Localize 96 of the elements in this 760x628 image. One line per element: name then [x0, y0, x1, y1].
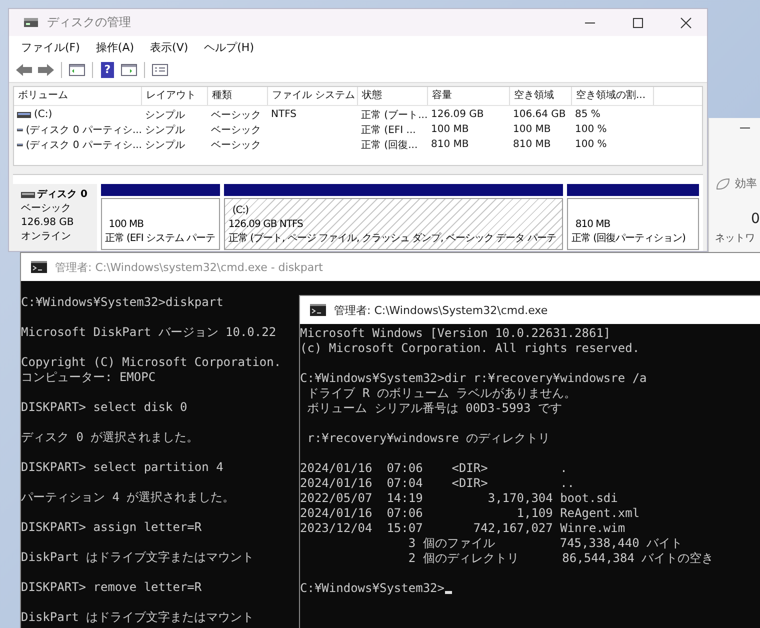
column-header[interactable]: 容量 [428, 87, 510, 105]
table-cell: 100 MB [513, 124, 551, 135]
table-cell-text: シンプル [145, 124, 185, 136]
terminal-line: C:¥Windows¥System32>diskpart [21, 295, 224, 310]
close-icon[interactable] [679, 16, 693, 30]
table-cell: NTFS [271, 109, 297, 120]
window-title: 管理者: C:\Windows\System32\cmd.exe [334, 302, 548, 318]
menu-item[interactable]: 表示(V) [150, 40, 188, 54]
terminal-icon [310, 304, 326, 316]
column-header[interactable]: 種類 [208, 87, 268, 105]
menu-item[interactable]: ファイル(F) [21, 40, 80, 54]
terminal-line: Microsoft DiskPart バージョン 10.0.22 [21, 325, 278, 340]
terminal-line: Copyright (C) Microsoft Corporation. [21, 355, 282, 370]
disk-size: 126.98 GB [21, 216, 75, 229]
terminal-line: 2024/01/16 07:06 1,109 ReAgent.xml [300, 506, 641, 521]
table-cell: 810 MB [513, 139, 551, 150]
terminal-line: DiskPart はドライブ文字またはマウント [21, 610, 256, 625]
panel-icon[interactable] [68, 62, 86, 78]
menu-item[interactable]: ヘルプ(H) [204, 40, 254, 54]
text-cursor [444, 591, 452, 594]
terminal-line: 2024/01/16 07:06 <DIR> . [300, 461, 568, 476]
maximize-icon[interactable] [631, 16, 645, 30]
terminal-line: C:¥Windows¥System32>dir r:¥recovery¥windowsre /a [300, 371, 648, 386]
table-cell-text: シンプル [145, 138, 185, 152]
terminal-line: DISKPART> select partition 4 [21, 460, 224, 475]
column-header[interactable]: ファイル システム [268, 87, 358, 105]
back-arrow-icon[interactable] [15, 62, 33, 78]
disk-drive-icon [23, 16, 39, 28]
terminal-line: 2 個のディレクトリ 86,544,384 バイトの空き [407, 551, 715, 566]
column-header[interactable]: レイアウト [142, 87, 208, 105]
terminal-line: DISKPART> select disk 0 [21, 400, 188, 415]
table-cell: (C:) [34, 109, 52, 120]
table-cell-text: ベーシック [211, 138, 261, 152]
table-cell-text: ベーシック [211, 124, 261, 136]
column-header[interactable]: 空き領域の割... [572, 87, 654, 105]
partition-text: 正常 (ブート, ページ ファイル, クラッシュ ダンプ, ベーシック データ パーテ [228, 232, 557, 246]
table-cell: 100 MB [431, 124, 469, 135]
partition-box[interactable]: 100 MB 正常 (EFI システム パーテ [100, 198, 220, 250]
terminal-line: Microsoft Windows [Version 10.0.22631.2861] [300, 326, 612, 341]
table-cell: 810 MB [431, 139, 469, 150]
window-title: 管理者: C:\Windows\system32\cmd.exe - diskpart [55, 260, 323, 274]
minimize-icon [739, 126, 751, 130]
terminal-line: 2022/05/07 14:19 3,170,304 boot.sdi [300, 491, 619, 506]
table-cell-text: 正常 (回復... [361, 138, 418, 152]
terminal-line: 2024/01/16 07:04 <DIR> .. [300, 476, 576, 491]
table-cell: 106.64 GB [513, 109, 566, 120]
terminal-line: ドライブ R のボリューム ラベルがありません。 [306, 386, 578, 401]
terminal-line: 3 個のファイル 745,338,440 バイト [407, 536, 684, 551]
terminal-line: コンピューター: EMOPC [21, 370, 157, 385]
network-label: ネットワ [715, 232, 756, 245]
table-cell-text: 正常 (EFI ... [361, 124, 416, 136]
terminal-line: C:¥Windows¥System32> [300, 581, 444, 596]
partition-text: 正常 (EFI システム パーテ [104, 232, 216, 246]
list-icon[interactable] [151, 62, 169, 78]
column-header[interactable]: ボリューム [14, 87, 142, 105]
leaf-icon [715, 176, 731, 190]
table-cell: 100 % [575, 139, 607, 150]
terminal-line: DISKPART> assign letter=R [21, 520, 203, 535]
terminal-line: 2023/12/04 15:07 742,167,027 Winre.wim [300, 521, 626, 536]
disk-icon [21, 192, 35, 198]
partition-text: 126.09 GB NTFS [228, 218, 304, 232]
menu-item[interactable]: 操作(A) [96, 40, 134, 54]
window-title: ディスクの管理 [47, 14, 131, 31]
panel-icon[interactable] [120, 62, 138, 78]
terminal-line: ボリューム シリアル番号は 00D3-5993 です [306, 401, 563, 416]
table-cell-text: シンプル [145, 108, 185, 122]
partition-text: 正常 (回復パーティション) [571, 232, 686, 246]
table-cell: 126.09 GB [431, 109, 484, 120]
partition-box[interactable]: (C:) 126.09 GB NTFS 正常 (ブート, ページ ファイル, クラッシュ ダンプ, ベーシック データ パーテ [224, 198, 564, 250]
terminal-line: DiskPart はドライブ文字またはマウント [21, 550, 256, 565]
table-cell-text: (ディスク 0 パーティシ... [26, 138, 142, 152]
terminal-line: パーティション 4 が選択されました。 [21, 490, 236, 505]
table-cell-text: (ディスク 0 パーティシ... [26, 124, 142, 136]
help-button[interactable]: ? [101, 62, 114, 78]
column-header[interactable]: 空き領域 [510, 87, 572, 105]
terminal-line: DISKPART> remove letter=R [21, 580, 203, 595]
table-cell-text: 正常 (ブート... [361, 108, 428, 122]
table-cell: 100 % [575, 124, 607, 135]
partition-text: 100 MB [108, 218, 145, 232]
table-cell: 85 % [575, 109, 600, 120]
disk-status: オンライン [21, 230, 72, 243]
mode-label: 効率 [735, 176, 757, 191]
forward-arrow-icon[interactable] [37, 62, 55, 78]
column-header[interactable]: 状態 [358, 87, 428, 105]
disk-type: ベーシック [21, 202, 72, 215]
terminal-line: ディスク 0 が選択されました。 [21, 430, 200, 445]
table-cell-text: ベーシック [211, 108, 261, 122]
partition-text: 810 MB [574, 218, 612, 232]
volume-icon [17, 110, 31, 118]
terminal-line: (c) Microsoft Corporation. All rights reserved. [300, 341, 641, 356]
percent-value: 0 [751, 211, 760, 227]
partition-box[interactable]: 810 MB 正常 (回復パーティション) [567, 198, 699, 250]
terminal-icon [31, 261, 47, 273]
disk-label: ディスク 0 [37, 188, 88, 201]
partition-text: (C:) [231, 204, 250, 218]
terminal-line: r:¥recovery¥windowsre のディレクトリ [306, 431, 552, 446]
